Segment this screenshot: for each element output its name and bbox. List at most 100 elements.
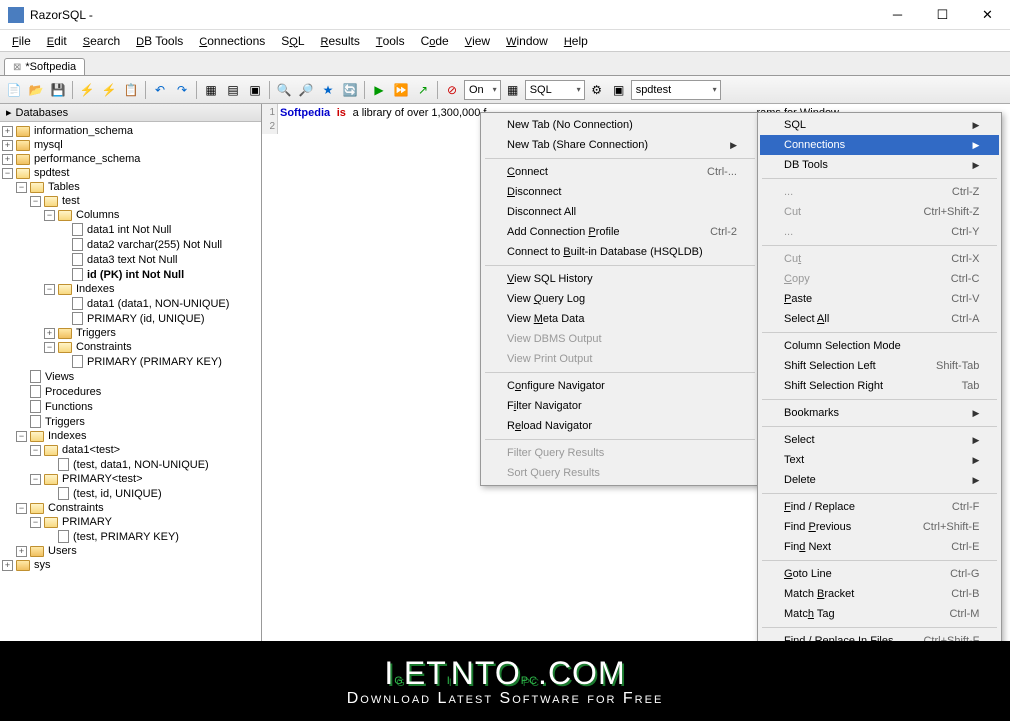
tree-node[interactable]: −spdtest <box>2 166 259 180</box>
ctx-builtin-db[interactable]: Connect to Built-in Database (HSQLDB) <box>483 242 757 262</box>
combo-sql[interactable]: SQL <box>525 80 585 100</box>
ctx-connect[interactable]: ConnectCtrl-... <box>483 162 757 182</box>
tree-node[interactable]: −test <box>2 194 259 208</box>
combo-on[interactable]: On <box>464 80 501 100</box>
tool-table-icon[interactable]: ▦ <box>201 80 221 100</box>
tree-node[interactable]: −Indexes <box>2 282 259 296</box>
tree-leaf[interactable]: Triggers <box>2 414 259 429</box>
menu-dbtools[interactable]: DB Tools <box>128 32 191 50</box>
tool-find-icon[interactable]: 🔍 <box>274 80 294 100</box>
tool-star-icon[interactable]: ★ <box>318 80 338 100</box>
tree-node[interactable]: −data1<test> <box>2 443 259 457</box>
menu-window[interactable]: Window <box>498 32 556 50</box>
ctx-sub-select[interactable]: Select▶ <box>760 430 999 450</box>
tree-leaf[interactable]: data3 text Not Null <box>2 252 259 267</box>
tree-node[interactable]: +Users <box>2 544 259 558</box>
tree-leaf[interactable]: PRIMARY (PRIMARY KEY) <box>2 354 259 369</box>
minimize-button[interactable]: ─ <box>875 0 920 29</box>
menu-tools[interactable]: Tools <box>368 32 413 50</box>
tree-node[interactable]: −Tables <box>2 180 259 194</box>
ctx-sub-bookmarks[interactable]: Bookmarks▶ <box>760 403 999 423</box>
ctx-sub-dbtools[interactable]: DB Tools▶ <box>760 155 999 175</box>
menu-help[interactable]: Help <box>556 32 596 50</box>
tool-run-icon[interactable]: ▶ <box>369 80 389 100</box>
tree-node[interactable]: +mysql <box>2 138 259 152</box>
tree-leaf[interactable]: Functions <box>2 399 259 414</box>
maximize-button[interactable]: ☐ <box>920 0 965 29</box>
tree-node[interactable]: −PRIMARY<test> <box>2 472 259 486</box>
ctx-sub-sql[interactable]: SQL▶ <box>760 115 999 135</box>
tool-settings-icon[interactable]: ⚙ <box>587 80 607 100</box>
tree-node[interactable]: −PRIMARY <box>2 515 259 529</box>
tree-node[interactable]: −Constraints <box>2 501 259 515</box>
ctx-filter-nav[interactable]: Filter Navigator <box>483 396 757 416</box>
tree-leaf[interactable]: data1 (data1, NON-UNIQUE) <box>2 296 259 311</box>
ctx-reload-nav[interactable]: Reload Navigator <box>483 416 757 436</box>
close-button[interactable]: ✕ <box>965 0 1010 29</box>
tool-data-icon[interactable]: ▣ <box>245 80 265 100</box>
tree-node[interactable]: +sys <box>2 558 259 572</box>
ctx-sub-selectall[interactable]: Select AllCtrl-A <box>760 309 999 329</box>
tool-grid-icon[interactable]: ▤ <box>223 80 243 100</box>
ctx-sql-history[interactable]: View SQL History <box>483 269 757 289</box>
ctx-add-profile[interactable]: Add Connection ProfileCtrl-2 <box>483 222 757 242</box>
tree-leaf[interactable]: PRIMARY (id, UNIQUE) <box>2 311 259 326</box>
tree-leaf[interactable]: (test, PRIMARY KEY) <box>2 529 259 544</box>
menu-search[interactable]: Search <box>75 32 128 50</box>
tool-save-icon[interactable]: 💾 <box>48 80 68 100</box>
tree-node[interactable]: −Columns <box>2 208 259 222</box>
tree-node[interactable]: +information_schema <box>2 124 259 138</box>
ctx-sub-shiftleft[interactable]: Shift Selection LeftShift-Tab <box>760 356 999 376</box>
menu-edit[interactable]: Edit <box>39 32 75 50</box>
ctx-sub-colsel[interactable]: Column Selection Mode <box>760 336 999 356</box>
tool-new-icon[interactable]: 📄 <box>4 80 24 100</box>
ctx-sub-paste[interactable]: PasteCtrl-V <box>760 289 999 309</box>
ctx-disconnect[interactable]: Disconnect <box>483 182 757 202</box>
ctx-disconnect-all[interactable]: Disconnect All <box>483 202 757 222</box>
tree-leaf[interactable]: (test, data1, NON-UNIQUE) <box>2 457 259 472</box>
close-tab-icon[interactable]: ⊠ <box>13 62 21 73</box>
ctx-sub-findnext[interactable]: Find NextCtrl-E <box>760 537 999 557</box>
ctx-sub-mbracket[interactable]: Match BracketCtrl-B <box>760 584 999 604</box>
tool-refresh-icon[interactable]: 🔄 <box>340 80 360 100</box>
tree-leaf[interactable]: data2 varchar(255) Not Null <box>2 237 259 252</box>
menu-connections[interactable]: Connections <box>191 32 273 50</box>
tree-leaf[interactable]: id (PK) int Not Null <box>2 267 259 282</box>
tool-cancel-icon[interactable]: ⊘ <box>442 80 462 100</box>
ctx-sub-mtag[interactable]: Match TagCtrl-M <box>760 604 999 624</box>
tree-node[interactable]: +performance_schema <box>2 152 259 166</box>
tree-leaf[interactable]: data1 int Not Null <box>2 222 259 237</box>
tool-db-icon[interactable]: ▣ <box>609 80 629 100</box>
tool-copy-icon[interactable]: 📋 <box>121 80 141 100</box>
ctx-sub-findprev[interactable]: Find PreviousCtrl+Shift-E <box>760 517 999 537</box>
tree-leaf[interactable]: Procedures <box>2 384 259 399</box>
tool-undo-icon[interactable]: ↶ <box>150 80 170 100</box>
ctx-meta-data[interactable]: View Meta Data <box>483 309 757 329</box>
combo-profile[interactable]: spdtest <box>631 80 721 100</box>
tool-misc-icon[interactable]: ▦ <box>503 80 523 100</box>
file-tab[interactable]: ⊠ *Softpedia <box>4 58 85 75</box>
ctx-sub-goto[interactable]: Goto LineCtrl-G <box>760 564 999 584</box>
tool-redo-icon[interactable]: ↷ <box>172 80 192 100</box>
ctx-configure-nav[interactable]: Configure Navigator <box>483 376 757 396</box>
ctx-sub-find[interactable]: Find / ReplaceCtrl-F <box>760 497 999 517</box>
ctx-new-tab-nc[interactable]: New Tab (No Connection) <box>483 115 757 135</box>
tree-leaf[interactable]: (test, id, UNIQUE) <box>2 486 259 501</box>
ctx-sub-connections[interactable]: Connections▶ <box>760 135 999 155</box>
menu-results[interactable]: Results <box>313 32 368 50</box>
tool-open-icon[interactable]: 📂 <box>26 80 46 100</box>
tree-leaf[interactable]: Views <box>2 369 259 384</box>
ctx-sub-text[interactable]: Text▶ <box>760 450 999 470</box>
tool-disconnect-icon[interactable]: ⚡ <box>99 80 119 100</box>
tree-node[interactable]: +Triggers <box>2 326 259 340</box>
menu-sql[interactable]: SQL <box>273 32 312 50</box>
tool-findnext-icon[interactable]: 🔎 <box>296 80 316 100</box>
ctx-sub-shiftright[interactable]: Shift Selection RightTab <box>760 376 999 396</box>
menu-view[interactable]: View <box>457 32 498 50</box>
tool-connect-icon[interactable]: ⚡ <box>77 80 97 100</box>
tool-export-icon[interactable]: ↗ <box>413 80 433 100</box>
tree-node[interactable]: −Indexes <box>2 429 259 443</box>
ctx-new-tab-sc[interactable]: New Tab (Share Connection)▶ <box>483 135 757 155</box>
menu-file[interactable]: File <box>4 32 39 50</box>
tool-runall-icon[interactable]: ⏩ <box>391 80 411 100</box>
